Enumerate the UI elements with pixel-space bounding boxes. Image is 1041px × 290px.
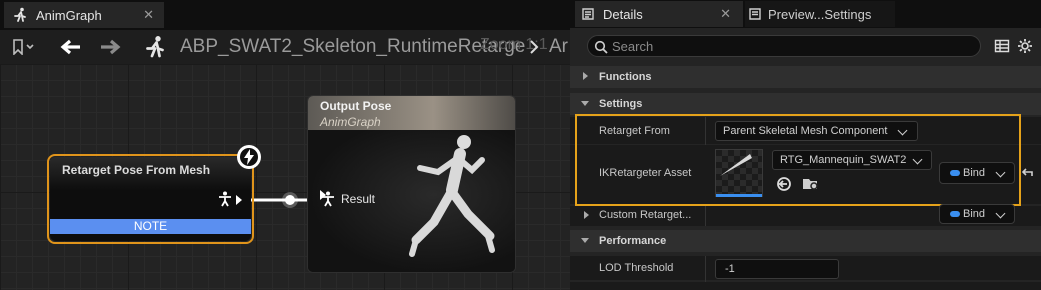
- tab-animgraph[interactable]: AnimGraph ✕: [4, 2, 164, 28]
- section-performance[interactable]: Performance: [570, 230, 1041, 252]
- result-pin-label: Result: [341, 192, 376, 206]
- settings-tab-icon: [749, 8, 761, 20]
- table-view-icon[interactable]: [994, 38, 1010, 54]
- bind-button[interactable]: Bind: [939, 204, 1015, 224]
- node-subtitle: AnimGraph: [320, 115, 381, 129]
- breadcrumb[interactable]: ABP_SWAT2_Skeleton_RuntimeRetarget: [180, 36, 525, 58]
- section-settings[interactable]: Settings: [570, 93, 1041, 115]
- bookmark-icon[interactable]: [12, 39, 36, 60]
- search-icon: [594, 40, 608, 54]
- collapse-arrow-icon[interactable]: [581, 238, 589, 243]
- expand-arrow-icon[interactable]: [583, 72, 588, 80]
- chevron-down-icon: [995, 208, 1006, 219]
- section-label: Settings: [599, 98, 643, 110]
- note-bar: NOTE: [50, 219, 251, 234]
- tab-label: Preview...Settings: [768, 6, 872, 22]
- gear-icon[interactable]: [1017, 38, 1033, 54]
- breadcrumb-next[interactable]: Ar: [549, 36, 570, 58]
- fast-path-icon: [237, 145, 261, 169]
- section-label: Performance: [599, 235, 667, 247]
- tab-details[interactable]: Details ✕: [575, 1, 743, 27]
- output-pose-node[interactable]: Output Pose AnimGraph Result: [307, 95, 516, 273]
- row-next: [570, 282, 1041, 290]
- retarget-pose-node[interactable]: Retarget Pose From Mesh NOTE: [50, 157, 251, 241]
- highlight-box: [575, 114, 1021, 206]
- tab-label: AnimGraph: [36, 7, 102, 23]
- expand-arrow-icon[interactable]: [584, 211, 589, 219]
- column-divider: [705, 206, 706, 226]
- row-label: Custom Retarget...: [599, 209, 692, 221]
- pose-pin-icon[interactable]: [218, 191, 232, 212]
- section-label: Functions: [599, 71, 652, 83]
- breadcrumb-chevron-icon: [529, 39, 539, 60]
- search-input[interactable]: Search: [587, 35, 981, 57]
- forward-arrow-icon[interactable]: [99, 38, 121, 61]
- tab-preview-settings[interactable]: Preview...Settings: [745, 1, 895, 27]
- close-tab-icon[interactable]: ✕: [143, 7, 154, 23]
- animgraph-panel: AnimGraph ✕ ABP_SWAT2_Skeleton_RuntimeRe…: [0, 0, 570, 290]
- running-man-icon: [14, 7, 26, 22]
- details-panel: Details ✕ Preview...Settings Search Func…: [570, 0, 1041, 290]
- close-tab-icon[interactable]: ✕: [720, 6, 731, 22]
- bind-dot-icon: [950, 211, 960, 217]
- exec-arrow-icon: [236, 195, 242, 205]
- pose-pin-icon[interactable]: [321, 191, 335, 212]
- details-icon: [582, 8, 594, 20]
- node-title: Output Pose: [320, 99, 392, 113]
- lod-threshold-input[interactable]: -1: [715, 259, 839, 279]
- tab-label: Details: [603, 6, 643, 22]
- mannequin-running-icon: [409, 135, 495, 257]
- search-placeholder: Search: [612, 39, 654, 54]
- row-label: LOD Threshold: [599, 262, 674, 274]
- section-functions[interactable]: Functions: [570, 66, 1041, 88]
- reset-arrow-icon[interactable]: [1020, 166, 1034, 180]
- node-title: Retarget Pose From Mesh: [62, 163, 211, 177]
- bind-label: Bind: [963, 208, 986, 220]
- running-man-icon: [143, 35, 167, 64]
- back-arrow-icon[interactable]: [60, 38, 82, 61]
- collapse-arrow-icon[interactable]: [581, 101, 589, 106]
